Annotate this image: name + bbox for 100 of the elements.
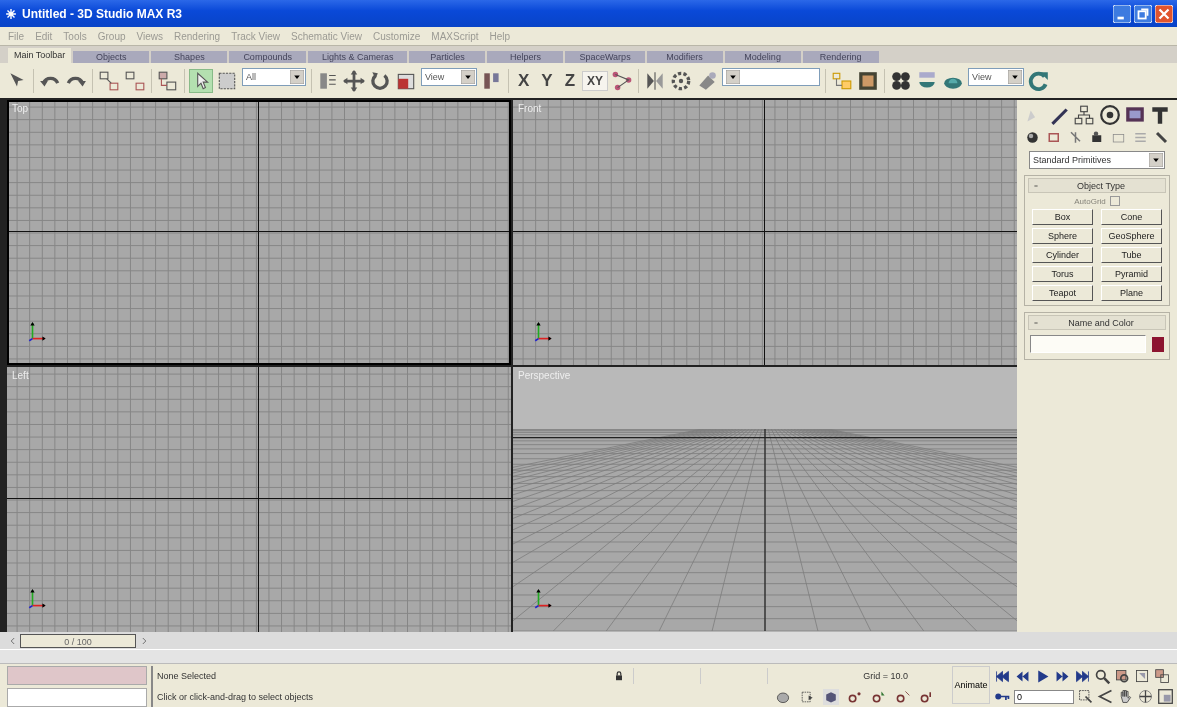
toolbar-tab[interactable]: Helpers xyxy=(487,51,564,63)
axis-tripod-icon xyxy=(533,588,555,610)
toolbar-tab[interactable]: Shapes xyxy=(151,51,228,63)
material-editor-icon[interactable] xyxy=(857,69,880,92)
menu-item[interactable]: Edit xyxy=(35,30,53,42)
zoom-icon[interactable] xyxy=(1094,667,1111,685)
axis-tripod-icon xyxy=(533,321,555,343)
toolbar-tab[interactable]: Compounds xyxy=(229,51,306,63)
menu-item[interactable]: Rendering xyxy=(174,30,221,42)
app-icon xyxy=(4,6,18,21)
menu-item[interactable]: MAXScript xyxy=(431,30,479,42)
inverse-kinematics-icon[interactable] xyxy=(611,69,634,92)
object-type-button[interactable]: Torus xyxy=(1032,266,1093,282)
selection-status: None Selected xyxy=(157,671,218,682)
rollout-header[interactable]: Object Type xyxy=(1028,178,1166,193)
axis-constraint-button[interactable]: X xyxy=(514,68,534,93)
axis-tripod-icon xyxy=(27,588,49,610)
dropdown-value: View xyxy=(972,72,992,82)
rollout-title: Name and Color xyxy=(1067,317,1135,328)
category-dropdown[interactable]: Standard Primitives xyxy=(1029,151,1165,169)
toolbar-tab[interactable]: Rendering xyxy=(802,51,879,63)
dropdown-arrow-icon[interactable] xyxy=(726,70,741,84)
render-last-icon[interactable] xyxy=(1028,69,1051,92)
menu-item[interactable]: File xyxy=(8,30,25,42)
menu-item[interactable]: Group xyxy=(97,30,126,42)
axis-constraint-button[interactable]: XY xyxy=(583,71,608,90)
geometry-icon[interactable] xyxy=(1025,130,1040,145)
toolbar-tab[interactable]: SpaceWarps xyxy=(565,51,645,63)
menu-item[interactable]: Customize xyxy=(373,30,421,42)
lock-icon[interactable] xyxy=(613,670,625,683)
select-arrow-icon[interactable] xyxy=(190,69,212,92)
menu-item[interactable]: Schematic View xyxy=(291,30,363,42)
rollout-header[interactable]: Name and Color xyxy=(1028,315,1166,330)
object-type-button[interactable]: Sphere xyxy=(1032,228,1093,244)
menu-item[interactable]: Tools xyxy=(63,30,87,42)
name-field[interactable] xyxy=(1030,335,1146,353)
arc-rotate-icon[interactable] xyxy=(1137,688,1154,706)
object-type-button[interactable]: Cylinder xyxy=(1032,247,1093,263)
object-type-button[interactable]: Tube xyxy=(1101,247,1162,263)
dropdown-value: Standard Primitives xyxy=(1033,155,1112,165)
animate-button[interactable]: Animate xyxy=(952,666,990,704)
menu-item[interactable]: Track View xyxy=(231,30,281,42)
shapes-icon[interactable] xyxy=(1046,130,1062,145)
hierarchy-icon[interactable] xyxy=(1073,104,1096,126)
object-type-button[interactable]: GeoSphere xyxy=(1101,228,1162,244)
listener-field[interactable] xyxy=(7,688,147,707)
autogrid-label: AutoGrid xyxy=(1074,196,1106,206)
zoom-extents-all-icon[interactable] xyxy=(1154,667,1171,685)
dropdown-value: All xyxy=(246,72,256,82)
bind-icon[interactable] xyxy=(157,69,179,92)
object-type-button[interactable]: Teapot xyxy=(1032,285,1093,301)
array-icon[interactable] xyxy=(670,69,693,92)
window-title: Untitled - 3D Studio MAX R3 xyxy=(22,6,182,21)
object-type-button[interactable]: Plane xyxy=(1101,285,1162,301)
render-type-dropdown[interactable]: View xyxy=(968,68,1025,86)
toolbar-tab[interactable]: Modeling xyxy=(724,51,801,63)
snap-3d-icon[interactable] xyxy=(823,688,839,705)
object-type-button[interactable]: Box xyxy=(1032,209,1093,225)
rotate-icon[interactable] xyxy=(369,69,391,92)
reference-coordinate-dropdown[interactable]: View xyxy=(421,68,477,86)
dropdown-arrow-icon[interactable] xyxy=(1149,153,1163,167)
link-icon[interactable] xyxy=(98,69,120,92)
object-type-button[interactable]: Cone xyxy=(1101,209,1162,225)
frame-indicator[interactable]: 0 / 100 xyxy=(20,633,136,648)
current-frame-field[interactable]: 0 xyxy=(1014,689,1074,704)
grid-spacing: Grid = 10.0 xyxy=(863,671,909,682)
move-icon[interactable] xyxy=(343,69,365,92)
prompt-text: Click or click-and-drag to select objects xyxy=(157,691,315,702)
dropdown-arrow-icon[interactable] xyxy=(1008,70,1023,84)
rollout-title: Object Type xyxy=(1076,180,1126,191)
region-zoom-icon[interactable] xyxy=(1077,688,1094,706)
axis-constraint-button[interactable]: Y xyxy=(537,68,557,93)
zoom-all-icon[interactable] xyxy=(1114,667,1131,685)
percent-snap-icon[interactable] xyxy=(895,688,911,705)
toolbar-tab[interactable]: Objects xyxy=(73,51,150,63)
axis-constraint-button[interactable]: Z xyxy=(560,68,580,93)
material-spheres-icon[interactable] xyxy=(890,69,913,92)
unlink-icon[interactable] xyxy=(124,69,146,92)
menu-item[interactable]: Help xyxy=(489,30,511,42)
axis-tripod-icon xyxy=(27,321,49,343)
toolbar-tab[interactable]: Lights & Cameras xyxy=(307,51,408,63)
dropdown-arrow-icon[interactable] xyxy=(290,70,304,84)
field-of-view-icon[interactable] xyxy=(1097,688,1114,706)
listener-field[interactable] xyxy=(7,666,147,685)
zoom-extents-icon[interactable] xyxy=(1134,667,1151,685)
field-value: 0 xyxy=(1017,691,1022,702)
toolbar-tab[interactable]: Modifiers xyxy=(646,51,723,63)
maximize-viewport-icon[interactable] xyxy=(1157,688,1174,706)
selection-filter-dropdown[interactable]: All xyxy=(242,68,306,86)
dropdown-arrow-icon[interactable] xyxy=(461,70,475,84)
menu-item[interactable]: Views xyxy=(136,30,163,42)
dropdown-value: View xyxy=(425,72,445,82)
restore-icon[interactable] xyxy=(1134,4,1152,23)
toolbar-tab[interactable]: Particles xyxy=(409,51,486,63)
color-swatch[interactable] xyxy=(1152,336,1164,352)
close-icon[interactable] xyxy=(1155,4,1173,23)
toolbar-tab[interactable]: Main Toolbar xyxy=(8,48,72,63)
object-type-button[interactable]: Pyramid xyxy=(1101,266,1162,282)
minimize-icon[interactable] xyxy=(1113,4,1131,23)
motion-icon[interactable] xyxy=(1098,104,1121,126)
